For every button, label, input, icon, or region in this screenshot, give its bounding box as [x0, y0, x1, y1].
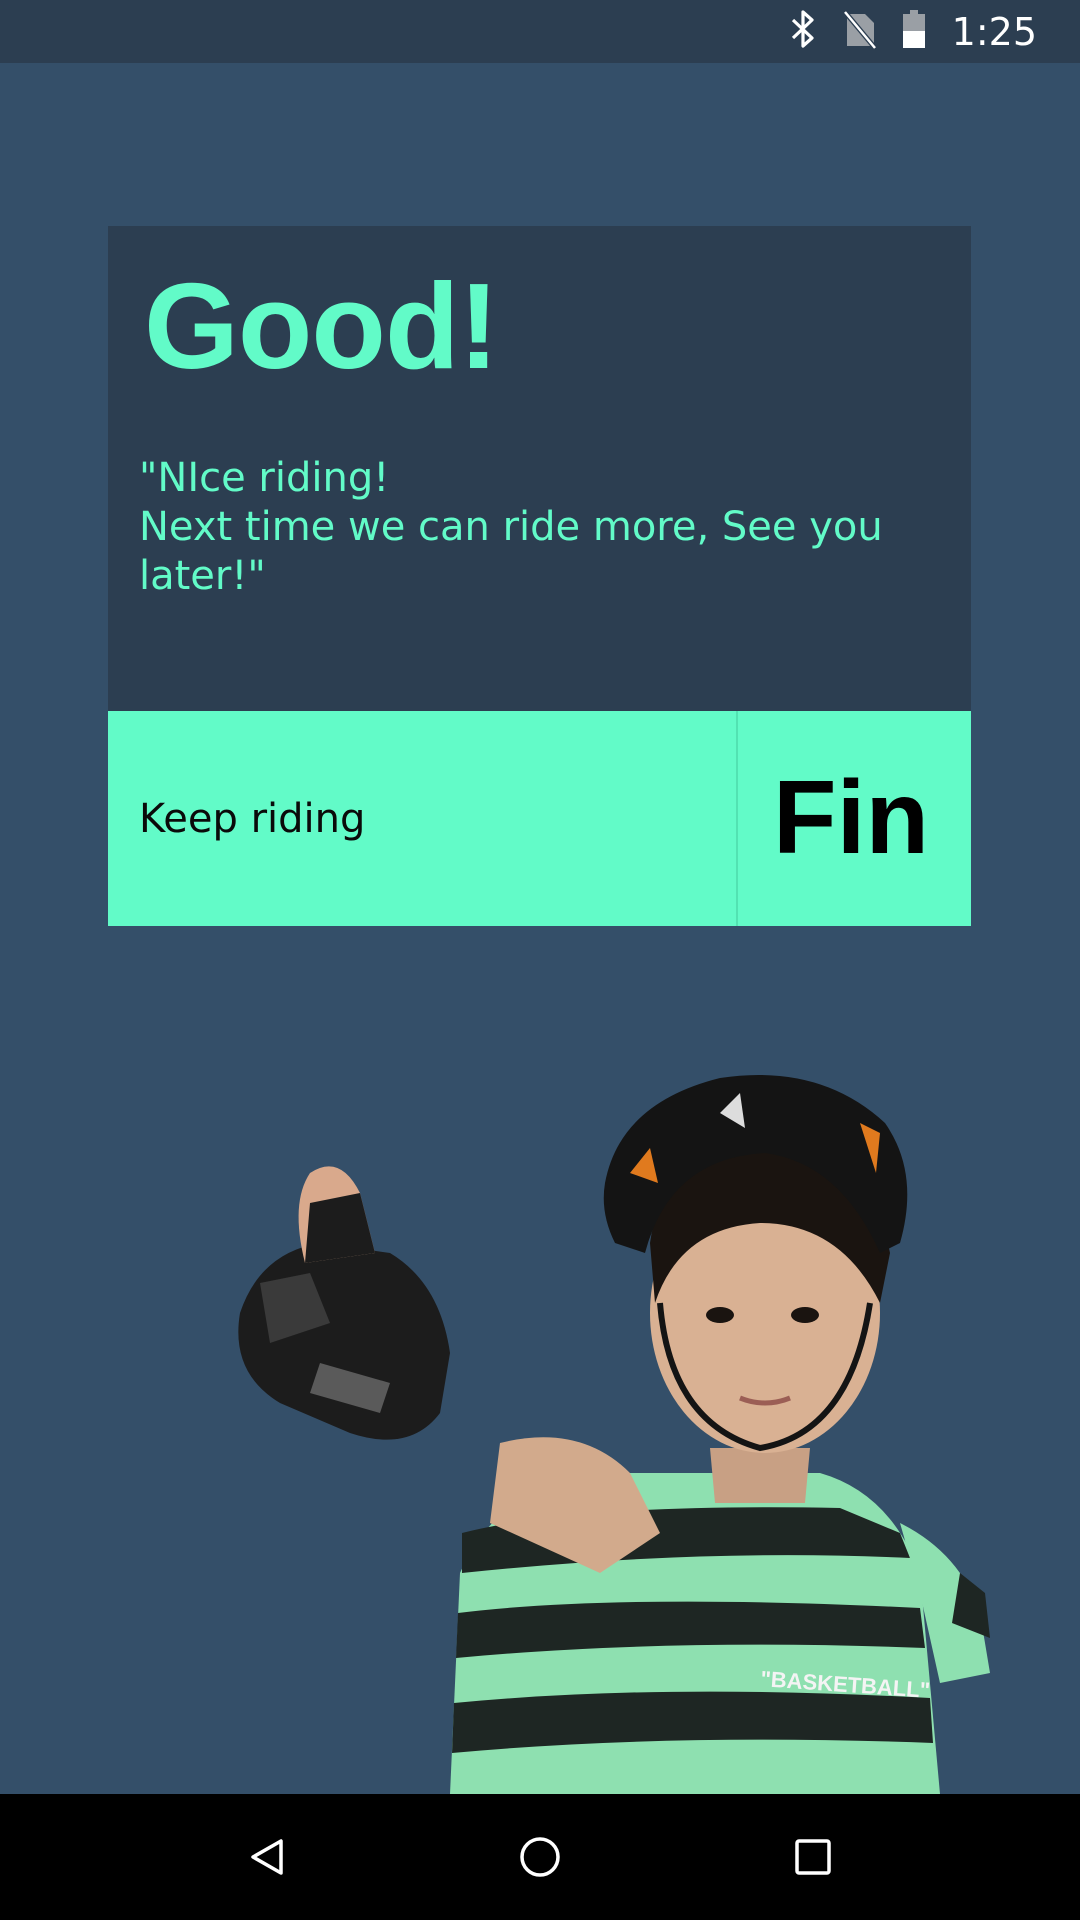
- fin-button[interactable]: Fin: [738, 711, 971, 926]
- bluetooth-icon: [788, 9, 818, 54]
- main-screen: Good! "NIce riding! Next time we can rid…: [0, 63, 1080, 1794]
- home-icon[interactable]: [500, 1817, 580, 1897]
- battery-icon: [902, 9, 926, 54]
- kid-with-helmet-thumbs-up-image: "BASKETBALL": [200, 1053, 1080, 1794]
- back-icon[interactable]: [227, 1817, 307, 1897]
- navigation-bar: [0, 1794, 1080, 1920]
- clock-time: 1:25: [951, 9, 1037, 54]
- result-message: "NIce riding! Next time we can ride more…: [139, 454, 959, 601]
- result-card: Good! "NIce riding! Next time we can rid…: [108, 226, 971, 926]
- keep-riding-button[interactable]: Keep riding: [108, 711, 738, 926]
- no-sim-icon: [842, 9, 877, 54]
- message-line-2: Next time we can ride more, See you late…: [139, 504, 883, 599]
- recents-icon[interactable]: [773, 1817, 853, 1897]
- message-line-1: "NIce riding!: [139, 455, 390, 501]
- status-icons: 1:25: [788, 9, 1037, 54]
- card-header: Good! "NIce riding! Next time we can rid…: [108, 226, 971, 711]
- status-bar: 1:25: [0, 0, 1080, 63]
- card-actions: Keep riding Fin: [108, 711, 971, 926]
- result-title: Good!: [144, 258, 499, 394]
